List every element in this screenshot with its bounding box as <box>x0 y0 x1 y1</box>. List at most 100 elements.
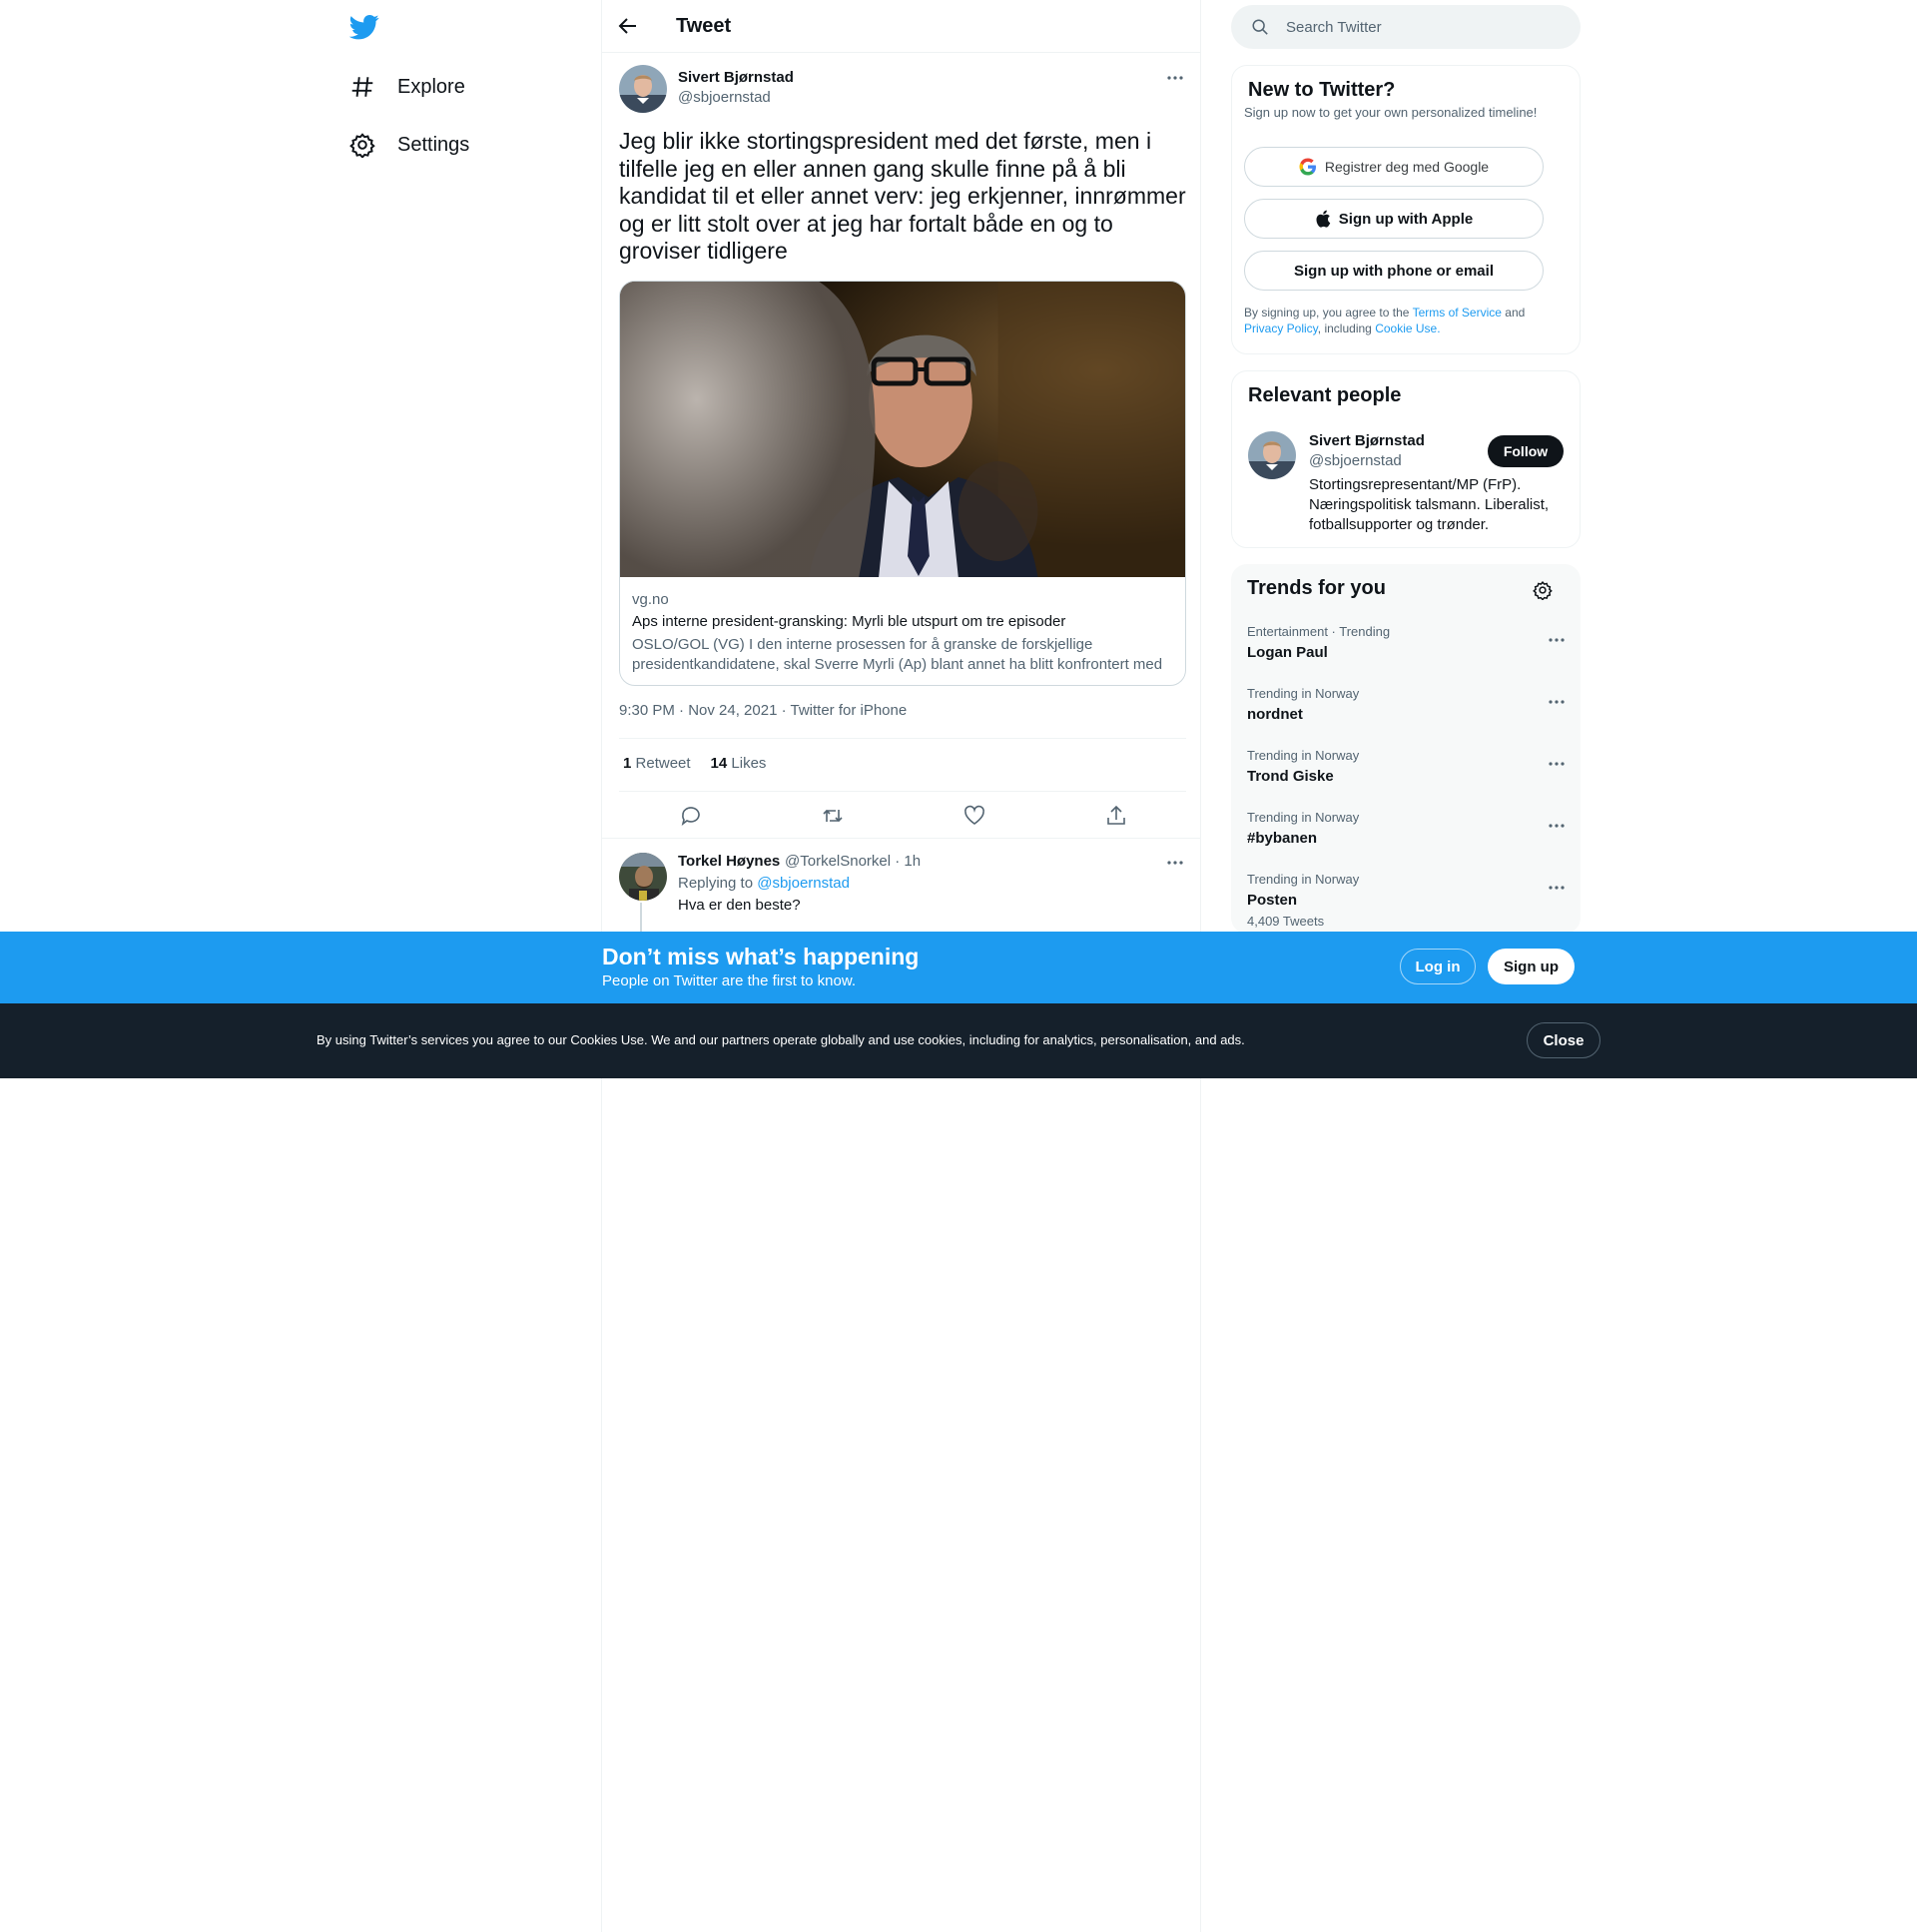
reply-author-name[interactable]: Torkel Høynes <box>678 853 780 870</box>
trend-name: #bybanen <box>1247 830 1318 847</box>
like-icon[interactable] <box>962 804 986 828</box>
trend-category: Entertainment · Trending <box>1247 624 1391 639</box>
privacy-link[interactable]: Privacy Policy <box>1244 322 1318 335</box>
terms-link[interactable]: Terms of Service <box>1413 306 1502 320</box>
banner-title: Don’t miss what’s happening <box>602 944 920 969</box>
author-avatar[interactable] <box>619 65 667 113</box>
more-options-icon[interactable] <box>1547 754 1567 774</box>
thread-line <box>640 903 642 933</box>
cookie-text: By using Twitter’s services you agree to… <box>317 1032 1245 1047</box>
trend-item[interactable]: Trending in Norway Posten 4,409 Tweets <box>1247 872 1567 932</box>
apple-signup-button[interactable]: Sign up with Apple <box>1244 199 1544 239</box>
more-options-icon[interactable] <box>1547 692 1567 712</box>
more-options-icon[interactable] <box>1547 878 1567 898</box>
card-domain: vg.no <box>632 591 669 608</box>
likes-stat[interactable]: 14 Likes <box>711 755 767 772</box>
search-icon <box>1252 19 1268 35</box>
new-to-twitter-panel: New to Twitter? Sign up now to get your … <box>1231 65 1581 354</box>
relevant-people-title: Relevant people <box>1248 384 1402 406</box>
retweets-stat[interactable]: 1 Retweet <box>623 755 691 772</box>
trend-name: Posten <box>1247 892 1298 909</box>
page-title: Tweet <box>676 15 732 37</box>
phone-email-signup-label: Sign up with phone or email <box>1293 262 1494 280</box>
reply-icon[interactable] <box>679 804 703 828</box>
google-signup-label: Registrer deg med Google <box>1324 159 1490 175</box>
more-options-icon[interactable] <box>1165 853 1185 873</box>
trend-category: Trending in Norway <box>1247 810 1360 825</box>
tweet-text: Jeg blir ikke stortingspresident med det… <box>619 128 1186 264</box>
replying-to-handle[interactable]: @sbjoernstad <box>757 875 850 892</box>
tweet-stats: 1 Retweet 14 Likes <box>623 755 766 772</box>
person-avatar[interactable] <box>1248 431 1296 479</box>
apple-signup-label: Sign up with Apple <box>1338 210 1474 228</box>
more-options-icon[interactable] <box>1165 68 1185 88</box>
search-box[interactable] <box>1231 5 1581 49</box>
divider <box>602 838 1200 839</box>
likes-count: 14 <box>710 755 728 772</box>
tweet-actions <box>619 801 1186 831</box>
twitter-bird-icon[interactable] <box>349 12 379 42</box>
follow-button[interactable]: Follow <box>1488 435 1564 467</box>
tweet-header: Tweet <box>602 0 1200 53</box>
nav-settings-label: Settings <box>397 133 470 156</box>
card-description-line-2: presidentkandidatene, skal Sverre Myrli … <box>632 656 1163 673</box>
apple-icon <box>1316 210 1331 228</box>
nav-explore[interactable]: Explore <box>349 67 465 107</box>
card-description: OSLO/GOL (VG) I den interne prosessen fo… <box>632 635 1176 675</box>
trends-settings-icon[interactable] <box>1533 580 1553 600</box>
divider <box>619 791 1186 792</box>
likes-label: Likes <box>731 755 767 772</box>
banner-subtitle: People on Twitter are the first to know. <box>602 972 857 989</box>
person-handle[interactable]: @sbjoernstad <box>1309 452 1402 469</box>
legal-prefix: By signing up, you agree to the <box>1244 306 1410 320</box>
reply-author-avatar[interactable] <box>619 853 667 901</box>
trend-item[interactable]: Entertainment · Trending Logan Paul <box>1247 624 1567 684</box>
more-options-icon[interactable] <box>1547 816 1567 836</box>
replying-to-prefix: Replying to <box>678 875 754 892</box>
google-icon <box>1299 158 1316 176</box>
trend-item[interactable]: Trending in Norway Trond Giske <box>1247 748 1567 808</box>
cookie-close-button[interactable]: Close <box>1527 1022 1600 1058</box>
signup-button[interactable]: Sign up <box>1488 949 1575 984</box>
nav-explore-label: Explore <box>397 75 465 98</box>
share-icon[interactable] <box>1104 804 1128 828</box>
google-signup-button[interactable]: Registrer deg med Google <box>1244 147 1544 187</box>
author-handle[interactable]: @sbjoernstad <box>678 89 771 106</box>
trend-item[interactable]: Trending in Norway #bybanen <box>1247 810 1567 870</box>
card-title: Aps interne president-gransking: Myrli b… <box>632 613 1066 630</box>
trend-category: Trending in Norway <box>1247 686 1360 701</box>
tweet-timestamp[interactable]: 9:30 PM · Nov 24, 2021 · Twitter for iPh… <box>619 702 907 719</box>
retweets-count: 1 <box>623 755 632 772</box>
legal-including: , including <box>1317 322 1372 335</box>
relevant-people-panel: Relevant people Sivert Bjørnstad @sbjoer… <box>1231 370 1581 548</box>
card-description-line-1: OSLO/GOL (VG) I den interne prosessen fo… <box>632 636 1093 653</box>
retweet-icon[interactable] <box>821 804 845 828</box>
trend-category: Trending in Norway <box>1247 748 1360 763</box>
link-preview-card[interactable]: vg.no Aps interne president-gransking: M… <box>619 281 1186 686</box>
card-image <box>620 282 1185 577</box>
trend-item[interactable]: Trending in Norway nordnet <box>1247 686 1567 746</box>
hashtag-icon <box>351 77 373 97</box>
signup-subtitle: Sign up now to get your own personalized… <box>1244 105 1538 120</box>
legal-and: and <box>1505 306 1526 320</box>
trends-panel: Trends for you Entertainment · Trending … <box>1231 564 1581 934</box>
search-input[interactable] <box>1286 5 1566 49</box>
new-to-twitter-title: New to Twitter? <box>1248 79 1396 101</box>
trend-tweet-count: 4,409 Tweets <box>1247 914 1325 929</box>
cookie-use-link[interactable]: Cookie Use. <box>1375 322 1440 335</box>
login-button[interactable]: Log in <box>1400 949 1476 984</box>
signup-legal-text: By signing up, you agree to the Terms of… <box>1244 305 1564 336</box>
trend-category: Trending in Norway <box>1247 872 1360 887</box>
phone-email-signup-button[interactable]: Sign up with phone or email <box>1244 251 1544 291</box>
trend-name: Trond Giske <box>1247 768 1334 785</box>
trend-name: nordnet <box>1247 706 1303 723</box>
divider <box>619 738 1186 739</box>
reply-author-handle[interactable]: @TorkelSnorkel · 1h <box>785 853 921 870</box>
author-name[interactable]: Sivert Bjørnstad <box>678 69 794 86</box>
trends-title: Trends for you <box>1247 577 1386 599</box>
person-name[interactable]: Sivert Bjørnstad <box>1309 432 1425 449</box>
nav-settings[interactable]: Settings <box>349 125 469 165</box>
back-arrow-icon[interactable] <box>616 14 640 38</box>
gear-icon <box>349 133 375 158</box>
more-options-icon[interactable] <box>1547 630 1567 650</box>
